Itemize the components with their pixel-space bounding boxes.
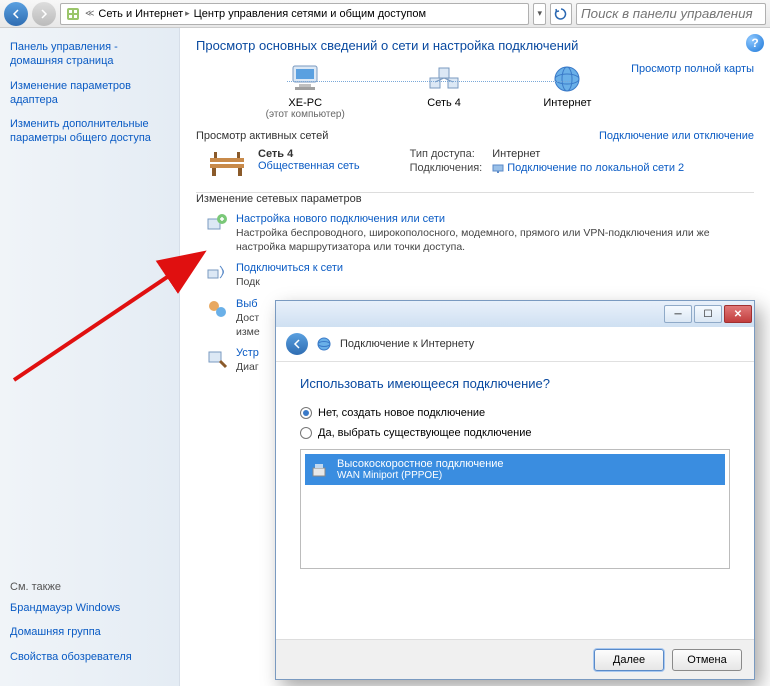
network-map: XE-PC (этот компьютер) Сеть 4 Интернет (226, 63, 631, 120)
new-connection-link[interactable]: Настройка нового подключения или сети (236, 213, 716, 225)
sidebar-link-adapter[interactable]: Изменение параметров адаптера (10, 79, 169, 108)
troubleshoot-icon (206, 347, 228, 369)
next-button[interactable]: Далее (594, 649, 664, 671)
help-icon[interactable]: ? (746, 34, 764, 52)
active-network-name: Сеть 4 (258, 148, 360, 160)
modem-icon (311, 460, 331, 480)
cancel-button[interactable]: Отмена (672, 649, 742, 671)
breadcrumb-segment-1[interactable]: Сеть и Интернет▸ (98, 8, 189, 20)
option-4-desc: Диаг (236, 361, 259, 375)
breadcrumb[interactable]: ≪ Сеть и Интернет▸ Центр управления сетя… (60, 3, 529, 25)
change-settings-label: Изменение сетевых параметров (196, 192, 754, 205)
breadcrumb-segment-2[interactable]: Центр управления сетями и общим доступом (194, 8, 426, 20)
access-type-label: Тип доступа: (410, 148, 483, 160)
option-3-link[interactable]: Выб (236, 298, 260, 310)
connections-label: Подключения: (410, 162, 483, 174)
list-item-name: Высокоскоростное подключение (337, 458, 504, 470)
chevron-right-icon: ≪ (85, 8, 94, 19)
wizard-dialog: ─ ☐ ✕ Подключение к Интернету Использова… (275, 300, 755, 680)
chevron-down-icon[interactable]: ▾ (537, 8, 542, 19)
globe-small-icon (316, 336, 332, 352)
new-connection-desc: Настройка беспроводного, широкополосного… (236, 227, 716, 254)
sidebar-link-firewall[interactable]: Брандмауэр Windows (10, 601, 169, 615)
sidebar-link-internet-options[interactable]: Свойства обозревателя (10, 650, 169, 664)
option-3-desc: Дост изме (236, 312, 260, 339)
see-also-label: См. также (10, 581, 169, 593)
list-item-sub: WAN Miniport (PPPOE) (337, 470, 504, 481)
sidebar-link-home[interactable]: Панель управления - домашняя страница (10, 40, 169, 69)
refresh-button[interactable] (550, 3, 572, 25)
maximize-button[interactable]: ☐ (694, 305, 722, 323)
radio-new-connection[interactable]: Нет, создать новое подключение (300, 407, 730, 419)
option-4-link[interactable]: Устр (236, 347, 259, 359)
control-panel-icon (65, 6, 81, 22)
sidebar: Панель управления - домашняя страница Из… (0, 28, 180, 686)
network-icon (424, 63, 464, 95)
connect-network-link[interactable]: Подключиться к сети (236, 262, 343, 274)
nav-forward-button (32, 2, 56, 26)
connect-network-icon (206, 262, 228, 284)
bench-icon (206, 148, 248, 178)
sidebar-link-homegroup[interactable]: Домашняя группа (10, 625, 169, 639)
access-type-value: Интернет (492, 148, 684, 160)
page-title: Просмотр основных сведений о сети и наст… (196, 38, 754, 53)
radio-existing-connection[interactable]: Да, выбрать существующее подключение (300, 427, 730, 439)
close-button[interactable]: ✕ (724, 305, 752, 323)
active-networks-label: Просмотр активных сетей (196, 130, 328, 142)
new-connection-icon (206, 213, 228, 235)
globe-icon (547, 63, 587, 95)
connection-list: Высокоскоростное подключение WAN Minipor… (300, 449, 730, 569)
nav-back-button[interactable] (4, 2, 28, 26)
node-pc-sub: (этот компьютер) (266, 109, 345, 120)
list-item-pppoe[interactable]: Высокоскоростное подключение WAN Minipor… (305, 454, 725, 485)
sidebar-link-sharing[interactable]: Изменить дополнительные параметры общего… (10, 117, 169, 146)
computer-icon (285, 63, 325, 95)
active-network-type-link[interactable]: Общественная сеть (258, 160, 360, 172)
dialog-question: Использовать имеющееся подключение? (300, 376, 730, 391)
lan-icon (492, 162, 504, 174)
dialog-title: Подключение к Интернету (340, 338, 474, 350)
minimize-button[interactable]: ─ (664, 305, 692, 323)
connect-disconnect-link[interactable]: Подключение или отключение (599, 130, 754, 142)
node-internet-name: Интернет (543, 97, 591, 109)
node-pc-name: XE-PC (266, 97, 345, 109)
dialog-back-button[interactable] (286, 333, 308, 355)
node-net-name: Сеть 4 (424, 97, 464, 109)
connect-network-desc: Подк (236, 276, 343, 290)
connection-link[interactable]: Подключение по локальной сети 2 (492, 162, 684, 174)
search-input[interactable] (576, 3, 766, 25)
full-map-link[interactable]: Просмотр полной карты (631, 63, 754, 75)
homegroup-icon (206, 298, 228, 320)
